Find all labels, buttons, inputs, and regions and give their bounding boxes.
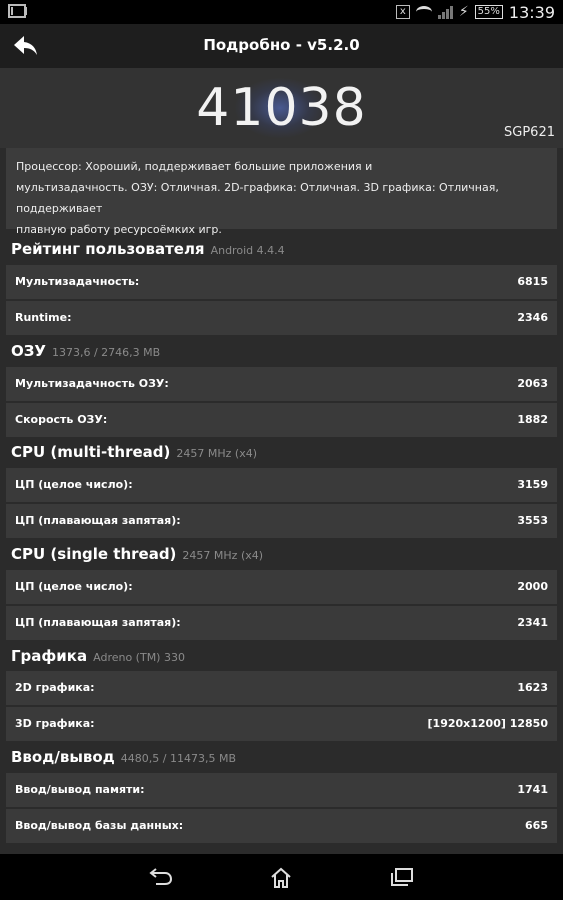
section-subtitle: Android 4.4.4 <box>210 244 285 257</box>
description-line: плавную работу ресурсоёмких игр. <box>16 223 222 236</box>
table-row: Мультизадачность: 6815 <box>6 265 557 299</box>
row-label: Ввод/вывод памяти: <box>15 783 145 796</box>
battery-indicator: 55% <box>474 5 503 19</box>
section-cpu-single: CPU (single thread) 2457 MHz (x4) <box>11 545 263 563</box>
row-value: 2063 <box>517 377 548 390</box>
page-title: Подробно - v5.2.0 <box>203 36 360 54</box>
row-label: ЦП (плавающая запятая): <box>15 616 181 629</box>
table-row: Ввод/вывод базы данных: 665 <box>6 809 557 843</box>
section-subtitle: 2457 MHz (x4) <box>176 447 258 460</box>
table-row: ЦП (плавающая запятая): 2341 <box>6 606 557 640</box>
row-value: [1920x1200] 12850 <box>427 717 548 730</box>
table-row: Скорость ОЗУ: 1882 <box>6 403 557 437</box>
row-label: Runtime: <box>15 311 72 324</box>
row-label: Мультизадачность ОЗУ: <box>15 377 169 390</box>
section-subtitle: 1373,6 / 2746,3 MB <box>51 346 161 359</box>
table-row: Runtime: 2346 <box>6 301 557 335</box>
signal-icon <box>437 5 453 19</box>
nav-recents-icon[interactable] <box>390 867 414 887</box>
row-label: ЦП (целое число): <box>15 580 133 593</box>
row-label: Мультизадачность: <box>15 275 140 288</box>
section-title: Ввод/вывод <box>11 748 115 766</box>
row-label: 3D графика: <box>15 717 95 730</box>
bolt-icon: ⚡ <box>458 4 469 20</box>
section-io: Ввод/вывод 4480,5 / 11473,5 MB <box>11 748 236 766</box>
status-bar: x ⚡ 55% 13:39 <box>0 0 563 24</box>
row-value: 3159 <box>517 478 548 491</box>
description-line: мультизадачность. ОЗУ: Отличная. 2D-граф… <box>16 181 499 215</box>
score-description: Процессор: Хороший, поддерживает большие… <box>6 148 557 236</box>
total-score: 41038 <box>196 78 367 138</box>
row-label: Ввод/вывод базы данных: <box>15 819 184 832</box>
nav-back-icon[interactable] <box>148 867 173 887</box>
table-row: ЦП (плавающая запятая): 3553 <box>6 504 557 538</box>
score-panel: 41038 SGP621 <box>0 68 563 148</box>
table-row: ЦП (целое число): 3159 <box>6 468 557 502</box>
wifi-icon <box>415 6 432 18</box>
gmail-icon <box>8 4 26 18</box>
nav-home-icon[interactable] <box>269 867 293 888</box>
row-label: ЦП (целое число): <box>15 478 133 491</box>
section-subtitle: 2457 MHz (x4) <box>182 549 264 562</box>
row-value: 1741 <box>517 783 548 796</box>
row-value: 1623 <box>517 681 548 694</box>
row-value: 665 <box>525 819 548 832</box>
row-value: 2346 <box>517 311 548 324</box>
section-user-rating: Рейтинг пользователя Android 4.4.4 <box>11 240 285 258</box>
section-title: CPU (multi-thread) <box>11 443 171 461</box>
row-label: Скорость ОЗУ: <box>15 413 108 426</box>
table-row: 2D графика: 1623 <box>6 671 557 705</box>
row-value: 3553 <box>517 514 548 527</box>
row-value: 2341 <box>517 616 548 629</box>
section-ram: ОЗУ 1373,6 / 2746,3 MB <box>11 342 160 360</box>
row-value: 1882 <box>517 413 548 426</box>
section-title: Рейтинг пользователя <box>11 240 205 258</box>
status-clock: 13:39 <box>508 2 555 22</box>
device-model: SGP621 <box>504 125 555 140</box>
section-graphics: Графика Adreno (TM) 330 <box>11 647 185 665</box>
description-line: Процессор: Хороший, поддерживает большие… <box>16 160 373 173</box>
table-row: 3D графика: [1920x1200] 12850 <box>6 707 557 741</box>
section-cpu-multi: CPU (multi-thread) 2457 MHz (x4) <box>11 443 257 461</box>
section-title: ОЗУ <box>11 342 46 360</box>
section-subtitle: 4480,5 / 11473,5 MB <box>120 752 237 765</box>
system-nav-bar <box>0 854 563 900</box>
row-label: ЦП (плавающая запятая): <box>15 514 181 527</box>
section-subtitle: Adreno (TM) 330 <box>93 651 185 664</box>
status-icons: x ⚡ 55% 13:39 <box>395 2 555 22</box>
row-label: 2D графика: <box>15 681 95 694</box>
table-row: ЦП (целое число): 2000 <box>6 570 557 604</box>
action-bar: Подробно - v5.2.0 <box>0 24 563 68</box>
row-value: 6815 <box>517 275 548 288</box>
table-row: Мультизадачность ОЗУ: 2063 <box>6 367 557 401</box>
sim-icon: x <box>395 5 410 19</box>
section-title: Графика <box>11 647 88 665</box>
section-title: CPU (single thread) <box>11 545 177 563</box>
table-row: Ввод/вывод памяти: 1741 <box>6 773 557 807</box>
row-value: 2000 <box>517 580 548 593</box>
